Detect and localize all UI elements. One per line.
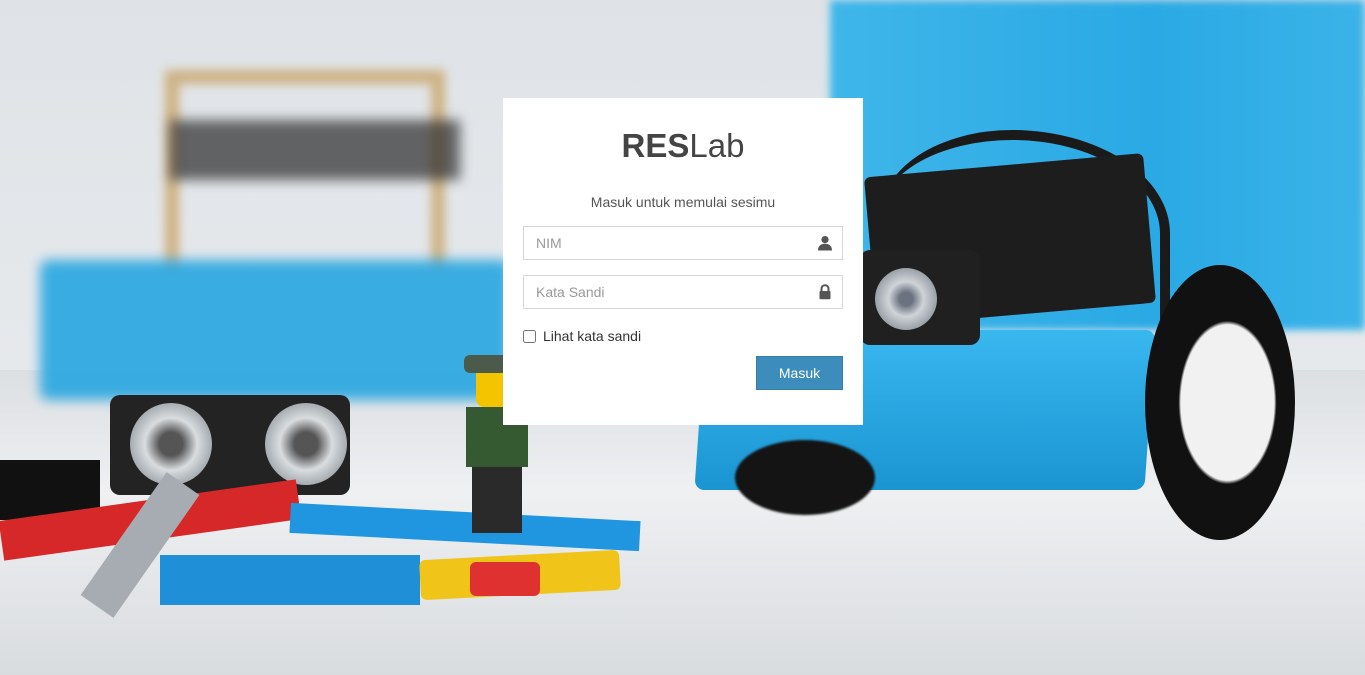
login-form: Lihat kata sandi Masuk: [523, 226, 843, 390]
password-field-group: [523, 275, 843, 309]
user-icon: [818, 236, 832, 251]
lock-icon: [819, 284, 831, 300]
show-password-row: Lihat kata sandi: [523, 326, 843, 346]
login-box: RESLab Masuk untuk memulai sesimu Lihat …: [503, 98, 863, 425]
logo-bold: RES: [621, 127, 690, 164]
login-button[interactable]: Masuk: [756, 356, 843, 390]
submit-row: Masuk: [523, 356, 843, 390]
logo: RESLab: [523, 126, 843, 166]
show-password-checkbox[interactable]: [523, 329, 536, 343]
password-input[interactable]: [523, 275, 843, 309]
show-password-label[interactable]: Lihat kata sandi: [543, 326, 641, 346]
login-box-message: Masuk untuk memulai sesimu: [590, 194, 776, 210]
nim-input[interactable]: [523, 226, 843, 260]
logo-light: Lab: [689, 127, 745, 164]
nim-field-group: [523, 226, 843, 260]
